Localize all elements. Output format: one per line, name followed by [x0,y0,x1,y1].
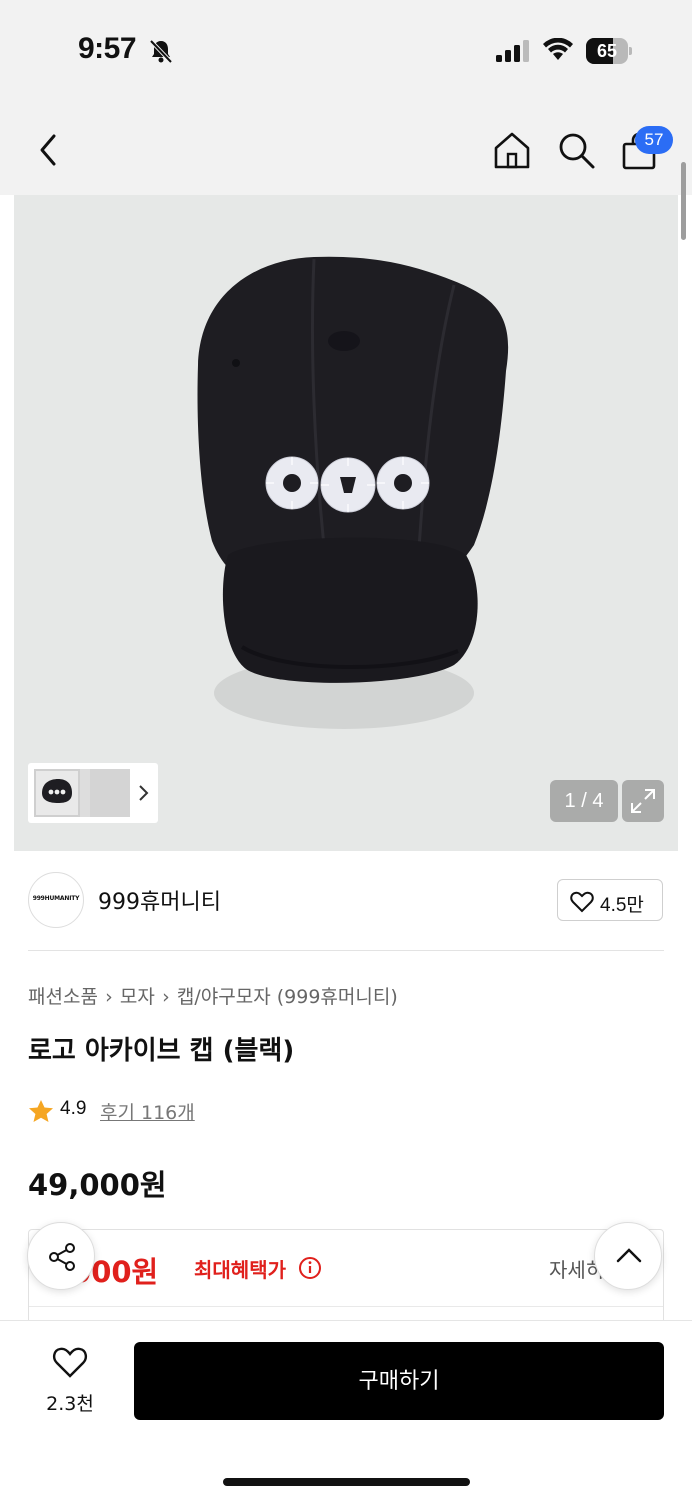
thumbnail-strip[interactable] [28,763,158,823]
divider [29,1306,663,1307]
wishlist-button[interactable]: 2.3천 [36,1347,104,1417]
brand-logo[interactable]: 999HUMANITY [28,872,84,928]
image-counter: 1 / 4 [550,780,618,822]
heart-icon [570,891,594,913]
brand-name[interactable]: 999휴머니티 [98,884,221,916]
search-icon[interactable] [556,130,596,170]
top-navigation: 57 [0,100,692,195]
bell-slash-icon [149,39,173,64]
info-icon[interactable] [298,1256,322,1280]
max-benefit-label: 최대혜택가 [194,1258,286,1282]
thumbnail-cap-icon [42,779,72,803]
page-scrollbar[interactable] [681,162,686,240]
breadcrumb-chevron-icon: › [162,986,170,1008]
status-time: 9:57 [78,32,137,65]
breadcrumb: 패션소품 › 모자 › 캡/야구모자 (999휴머니티) [28,982,398,1009]
bottom-action-bar: 2.3천 구매하기 [0,1320,692,1500]
brand-like-count: 4.5만 [600,895,644,916]
status-bar: 9:57 65 [0,0,692,100]
divider [28,950,664,951]
thumbnail-3[interactable] [90,769,130,817]
review-count-link[interactable]: 후기 116개 [100,1098,195,1125]
breadcrumb-item[interactable]: 모자 [120,986,155,1008]
breadcrumb-item[interactable]: 패션소품 [28,986,98,1008]
wishlist-count: 2.3천 [46,1393,94,1415]
home-icon[interactable] [492,130,532,170]
product-title: 로고 아카이브 캡 (블랙) [28,1036,295,1066]
product-cap-image [14,195,678,851]
share-button[interactable] [27,1222,95,1290]
scroll-to-top-button[interactable] [594,1222,662,1290]
battery-icon: 65 [586,38,632,64]
wifi-icon [543,38,573,60]
thumbnail-1[interactable] [34,769,80,817]
back-arrow-icon[interactable] [32,130,66,170]
cart-count-badge: 57 [635,126,673,154]
cellular-signal-icon [496,40,529,62]
star-icon [29,1100,53,1122]
share-icon [49,1243,75,1271]
rating-score: 4.9 [60,1098,87,1119]
product-image-gallery[interactable]: 1 / 4 [14,195,678,851]
breadcrumb-chevron-icon: › [105,986,113,1008]
expand-button[interactable] [622,780,664,822]
expand-icon [631,789,655,813]
battery-level: 65 [596,41,618,61]
buy-button[interactable]: 구매하기 [134,1342,664,1420]
chevron-right-icon[interactable] [136,783,150,803]
chevron-up-icon [616,1248,642,1263]
product-price: 49,000원 [28,1168,167,1202]
brand-like-button[interactable]: 4.5만 [557,879,663,921]
heart-icon [52,1347,88,1378]
home-indicator[interactable] [223,1478,470,1486]
breadcrumb-item[interactable]: 캡/야구모자 (999휴머니티) [177,986,398,1008]
brand-logo-text: 999HUMANITY [32,895,80,902]
